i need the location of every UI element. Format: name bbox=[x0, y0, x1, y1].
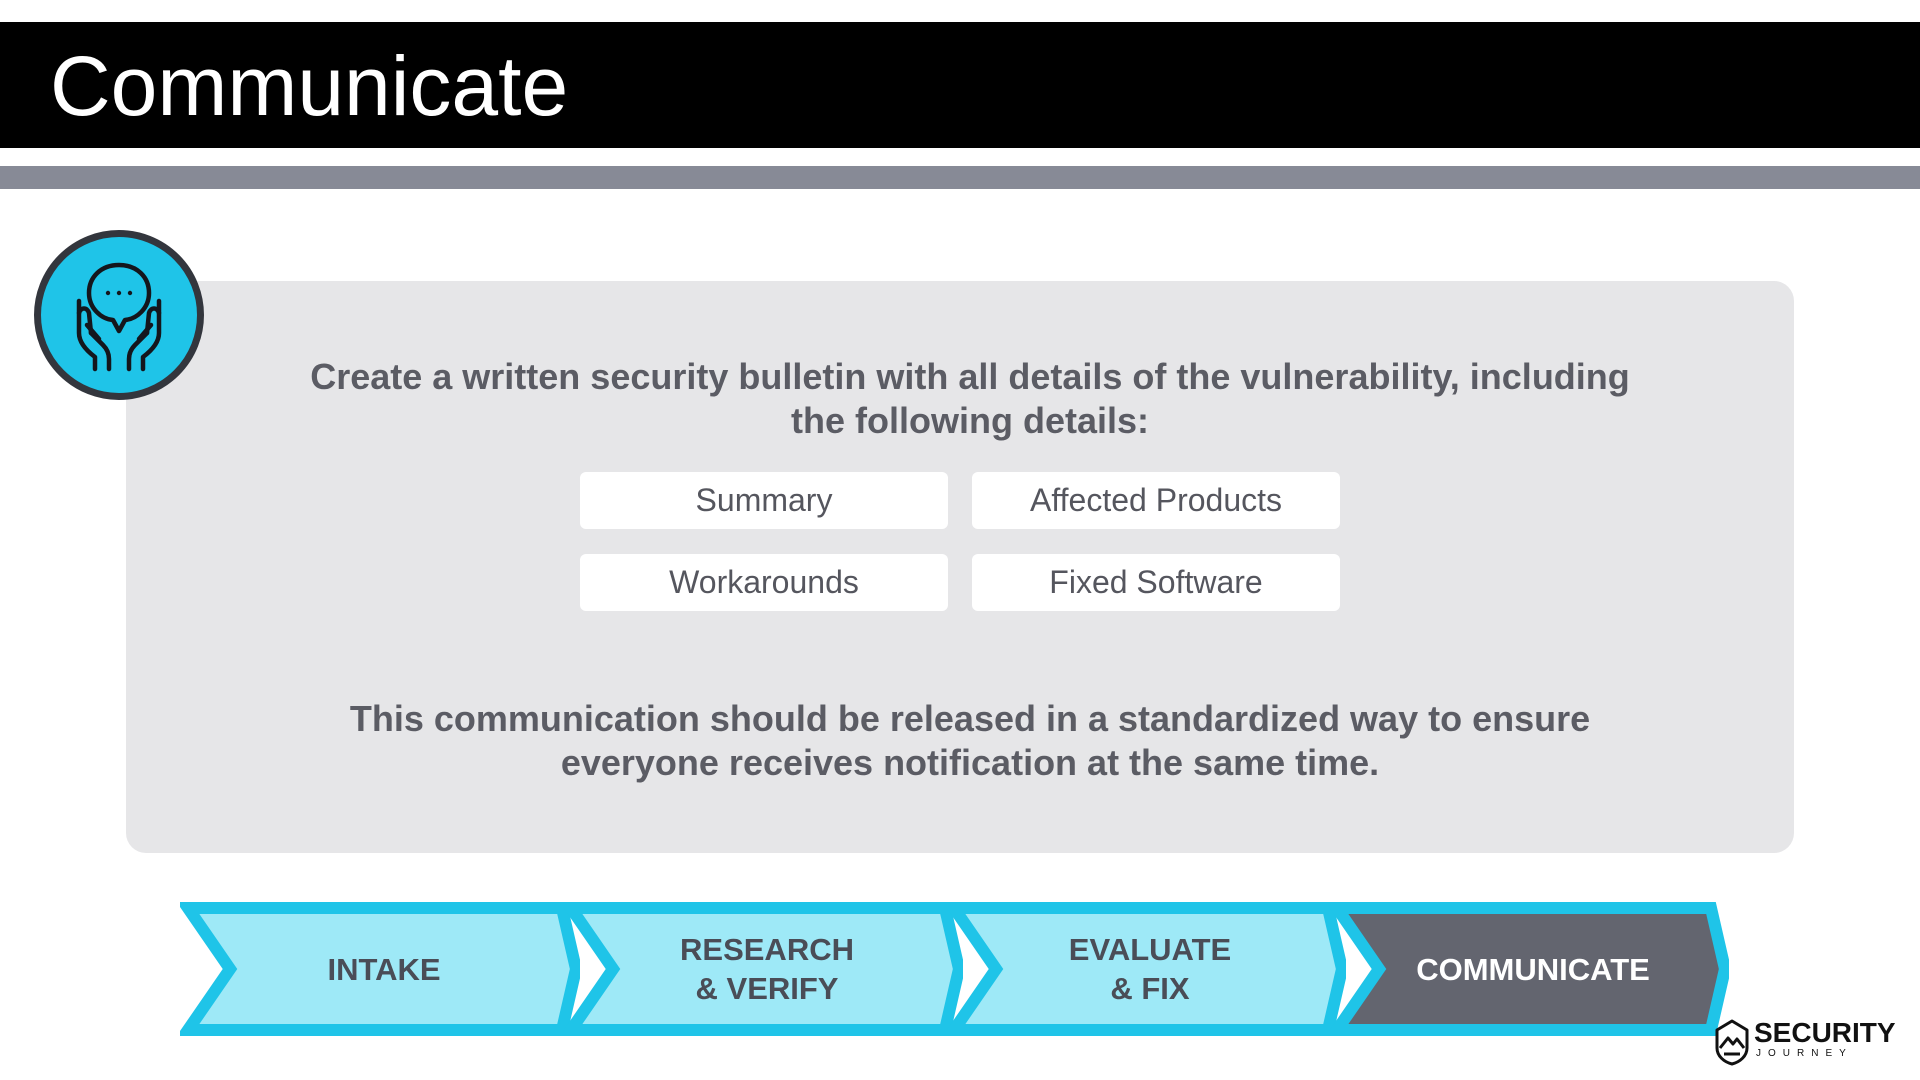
step-intake-label: INTAKE bbox=[327, 951, 441, 987]
detail-affected-products: Affected Products bbox=[972, 472, 1340, 529]
detail-summary: Summary bbox=[580, 472, 948, 529]
hands-speech-bubble-icon bbox=[34, 230, 204, 400]
footer-text: This communication should be released in… bbox=[349, 698, 1591, 783]
slide: Communicate Create a written security bu… bbox=[0, 0, 1920, 1080]
logo-wordmark: SECURITY bbox=[1754, 1017, 1896, 1048]
intro-text: Create a written security bulletin with … bbox=[310, 356, 1630, 441]
mountain-lock-icon bbox=[1715, 1019, 1749, 1066]
step-communicate-label: COMMUNICATE bbox=[1416, 951, 1650, 987]
detail-fixed-software: Fixed Software bbox=[972, 554, 1340, 611]
page-title: Communicate bbox=[50, 39, 569, 133]
detail-workarounds: Workarounds bbox=[580, 554, 948, 611]
logo-subtitle: JOURNEY bbox=[1756, 1048, 1853, 1059]
step-research-verify-label: RESEARCH & VERIFY bbox=[680, 932, 854, 1006]
accent-divider bbox=[0, 166, 1920, 189]
title-bar: Communicate bbox=[0, 22, 1920, 148]
step-evaluate-fix-label: EVALUATE & FIX bbox=[1068, 932, 1232, 1006]
security-journey-logo: SECURITY JOURNEY bbox=[1714, 1016, 1914, 1070]
